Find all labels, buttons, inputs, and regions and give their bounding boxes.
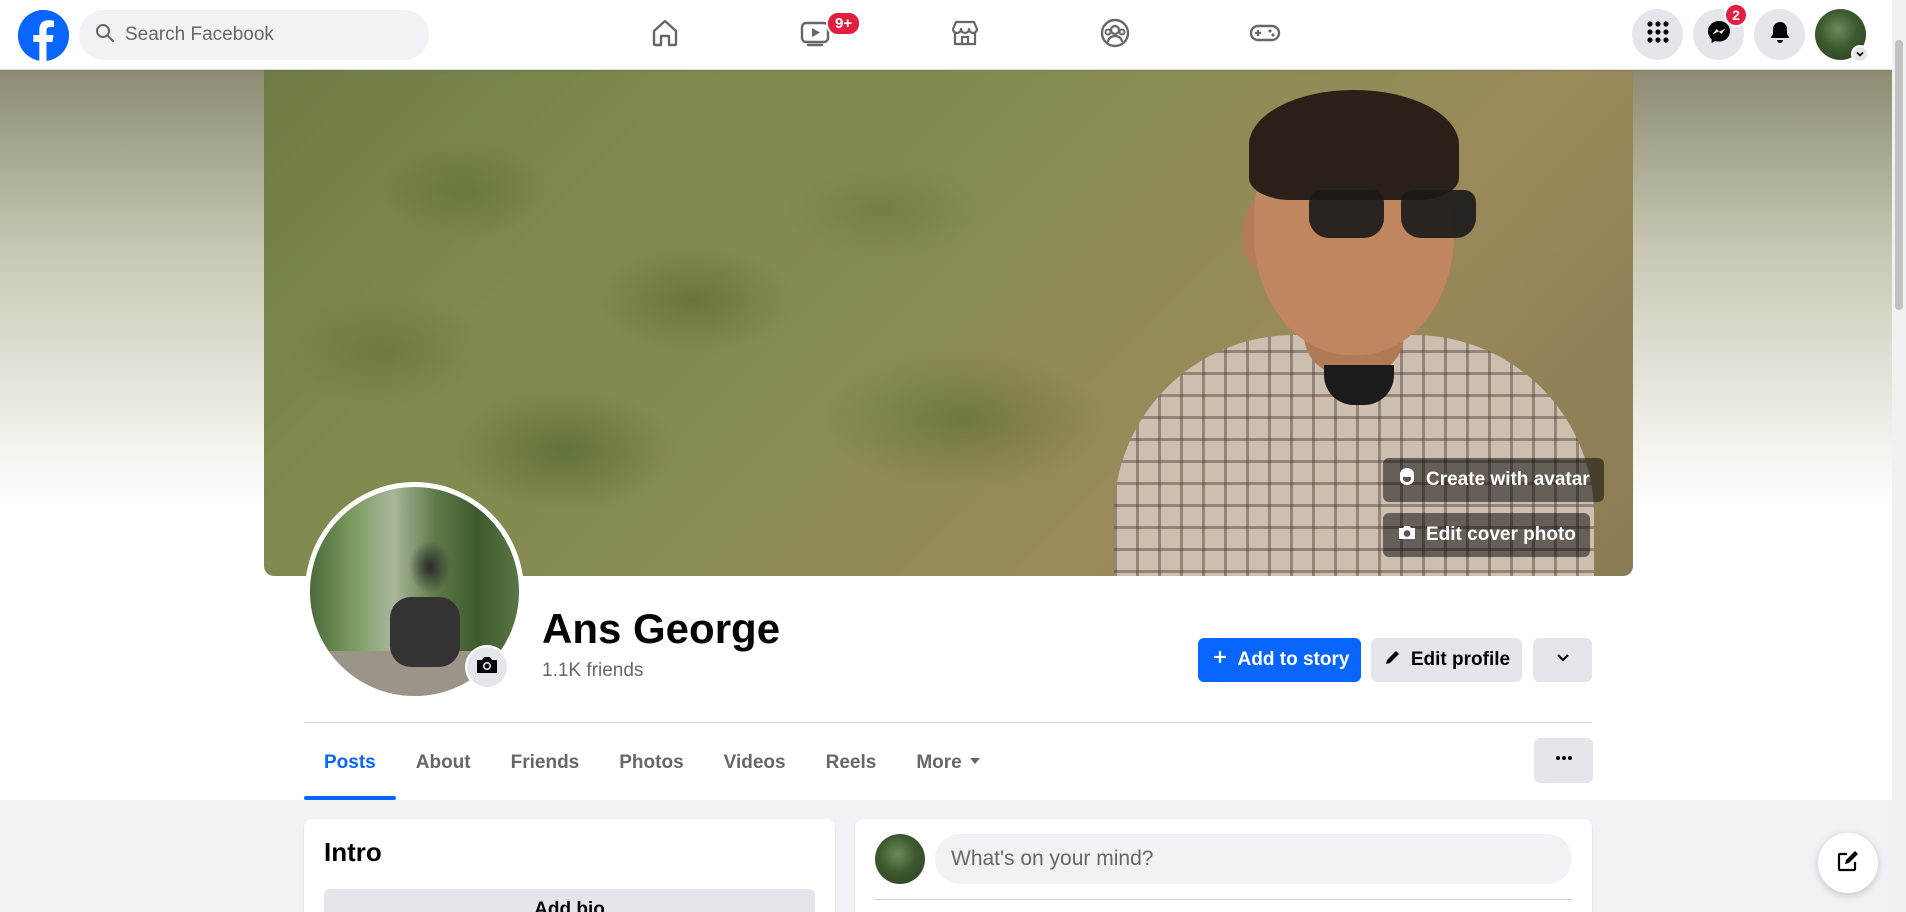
search-icon: [95, 23, 115, 48]
edit-profile-button[interactable]: Edit profile: [1371, 638, 1522, 682]
avatar-icon: [1397, 467, 1417, 493]
composer-divider: [875, 899, 1572, 900]
create-with-avatar-label: Create with avatar: [1426, 469, 1590, 490]
home-icon: [649, 17, 681, 54]
add-to-story-button[interactable]: Add to story: [1198, 638, 1361, 682]
post-composer: What's on your mind?: [855, 819, 1592, 912]
camera-icon: [475, 653, 499, 682]
edit-profile-label: Edit profile: [1410, 649, 1511, 670]
notifications-button[interactable]: [1754, 9, 1805, 60]
search-input[interactable]: [125, 24, 405, 46]
messenger-button[interactable]: 2: [1693, 3, 1748, 60]
tab-label: About: [415, 751, 471, 773]
caret-down-icon: [968, 752, 982, 774]
tab-label: Reels: [825, 751, 877, 773]
groups-icon: [1099, 17, 1131, 54]
chevron-down-icon: [1553, 647, 1573, 673]
tab-label: More: [916, 751, 962, 773]
whats-on-your-mind-input[interactable]: What's on your mind?: [935, 834, 1572, 884]
chevron-down-icon: [1851, 45, 1869, 63]
account-avatar-button[interactable]: [1815, 9, 1869, 63]
nav-home-tab[interactable]: [590, 0, 740, 70]
camera-icon: [1397, 522, 1417, 548]
facebook-logo-icon[interactable]: [18, 10, 69, 61]
marketplace-icon: [949, 17, 981, 54]
gamepad-icon: [1249, 17, 1281, 54]
tab-reels[interactable]: Reels: [806, 725, 897, 800]
profile-options-dropdown-button[interactable]: [1533, 638, 1592, 682]
top-navigation-bar: 9+ 2: [0, 0, 1906, 70]
tab-more[interactable]: More: [896, 725, 1001, 800]
plus-icon: [1210, 647, 1230, 673]
scrollbar-thumb[interactable]: [1895, 40, 1903, 310]
intro-title: Intro: [324, 837, 382, 867]
tab-posts[interactable]: Posts: [304, 725, 396, 800]
watch-notification-badge: 9+: [826, 11, 862, 36]
avatar[interactable]: [875, 834, 925, 884]
intro-card: Intro Add bio: [304, 819, 835, 912]
nav-watch-tab[interactable]: 9+: [740, 0, 890, 70]
tab-label: Friends: [510, 751, 580, 773]
tab-friends[interactable]: Friends: [491, 725, 600, 800]
tab-label: Photos: [619, 751, 684, 773]
new-message-button[interactable]: [1818, 833, 1878, 893]
compose-icon: [1835, 848, 1861, 879]
add-to-story-label: Add to story: [1237, 649, 1350, 670]
add-bio-button[interactable]: Add bio: [324, 889, 815, 912]
composer-placeholder: What's on your mind?: [951, 847, 1154, 870]
search-bar[interactable]: [79, 10, 429, 60]
edit-cover-photo-label: Edit cover photo: [1426, 524, 1576, 545]
create-with-avatar-button[interactable]: Create with avatar: [1383, 458, 1604, 502]
pencil-icon: [1383, 647, 1403, 673]
profile-tabs: Posts About Friends Photos Videos Reels …: [304, 725, 1002, 800]
menu-button[interactable]: [1632, 9, 1683, 60]
nav-groups-tab[interactable]: [1040, 0, 1190, 70]
cover-photo-person: [1114, 85, 1594, 576]
tab-videos[interactable]: Videos: [704, 725, 806, 800]
nav-gaming-tab[interactable]: [1190, 0, 1340, 70]
add-bio-label: Add bio: [534, 899, 605, 912]
messenger-notification-badge: 2: [1724, 3, 1748, 27]
more-options-button[interactable]: [1534, 738, 1593, 783]
ellipsis-icon: [1554, 748, 1574, 774]
edit-cover-photo-button[interactable]: Edit cover photo: [1383, 513, 1590, 557]
tab-about[interactable]: About: [396, 725, 491, 800]
tab-label: Posts: [324, 751, 376, 773]
grid-menu-icon: [1645, 19, 1671, 50]
tab-label: Videos: [723, 751, 786, 773]
tab-photos[interactable]: Photos: [599, 725, 703, 800]
profile-divider: [304, 722, 1592, 723]
nav-marketplace-tab[interactable]: [890, 0, 1040, 70]
friends-count[interactable]: 1.1K friends: [542, 660, 643, 682]
profile-name: Ans George: [542, 605, 781, 652]
update-profile-picture-button[interactable]: [465, 645, 509, 689]
bell-icon: [1767, 19, 1793, 50]
page-scrollbar[interactable]: [1892, 0, 1906, 912]
